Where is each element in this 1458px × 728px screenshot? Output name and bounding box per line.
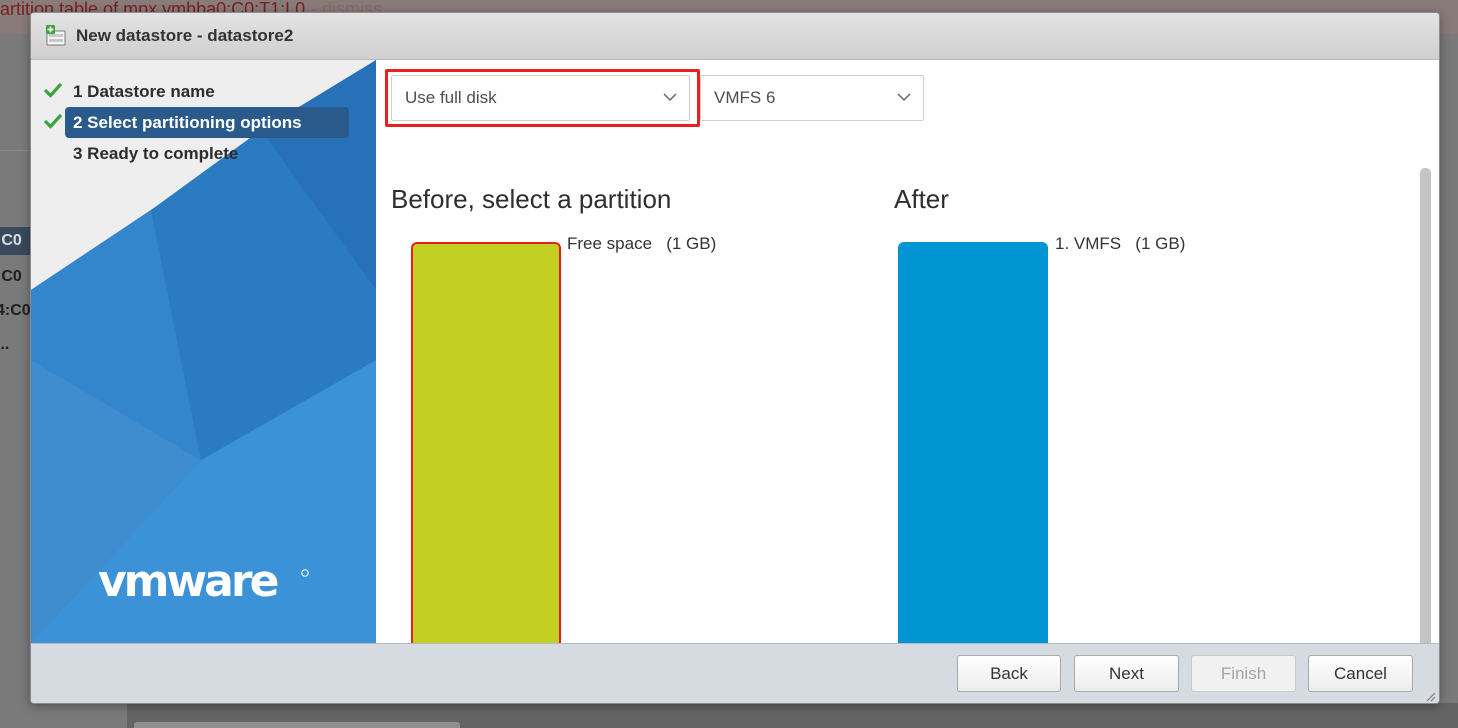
dialog-titlebar: New datastore - datastore2: [31, 13, 1439, 60]
cancel-button[interactable]: Cancel: [1308, 655, 1413, 692]
wizard-step-label: 3 Ready to complete: [73, 144, 239, 163]
wizard-sidebar: 1 Datastore name 2 Select partitioning o…: [31, 60, 376, 643]
background-row: :C0: [0, 227, 30, 255]
wizard-step-datastore-name[interactable]: 1 Datastore name: [31, 76, 376, 107]
vmfs-version-select[interactable]: VMFS 6: [700, 75, 924, 121]
dialog-title: New datastore - datastore2: [76, 26, 294, 45]
vmware-logo-text: vmware: [98, 560, 278, 604]
check-icon: [43, 82, 63, 98]
background-list: :C0 :C0 4:C0 ...: [0, 150, 30, 728]
wizard-steps: 1 Datastore name 2 Select partitioning o…: [31, 76, 376, 169]
wizard-step-ready-to-complete[interactable]: 3 Ready to complete: [31, 138, 376, 169]
datastore-add-icon: [45, 25, 67, 47]
highlight-annotation: [385, 69, 700, 127]
after-vmfs-partition: [898, 242, 1048, 643]
resize-grip-icon[interactable]: [1426, 692, 1436, 702]
before-free-space-partition[interactable]: [411, 242, 561, 643]
finish-button: Finish: [1191, 655, 1296, 692]
before-partition-label: Free space (1 GB): [567, 234, 717, 253]
background-bottom-tab: [134, 722, 460, 728]
next-button[interactable]: Next: [1074, 655, 1179, 692]
wizard-step-partitioning-options[interactable]: 2 Select partitioning options: [31, 107, 376, 138]
background-row: ...: [0, 336, 10, 353]
wizard-step-label: 2 Select partitioning options: [65, 107, 349, 138]
back-button[interactable]: Back: [957, 655, 1061, 692]
dialog-footer: Back Next Finish Cancel: [31, 643, 1439, 703]
background-row: 4:C0: [0, 302, 30, 319]
new-datastore-dialog: New datastore - datastore2 1 Datastore n…: [30, 12, 1440, 704]
before-section-title: Before, select a partition: [391, 184, 672, 214]
vmfs-version-value: VMFS 6: [714, 88, 776, 107]
vertical-scrollbar[interactable]: [1420, 168, 1431, 643]
vmware-logo: vmware: [98, 556, 313, 609]
background-row: :C0: [0, 268, 22, 285]
wizard-step-label: 1 Datastore name: [73, 82, 215, 101]
check-icon: [43, 113, 63, 129]
chevron-down-icon: [897, 93, 911, 102]
partitioning-panel: Use full disk VMFS 6 Before, select a pa…: [376, 60, 1439, 643]
after-partition-label: 1. VMFS (1 GB): [1055, 234, 1186, 253]
after-section-title: After: [894, 184, 949, 214]
